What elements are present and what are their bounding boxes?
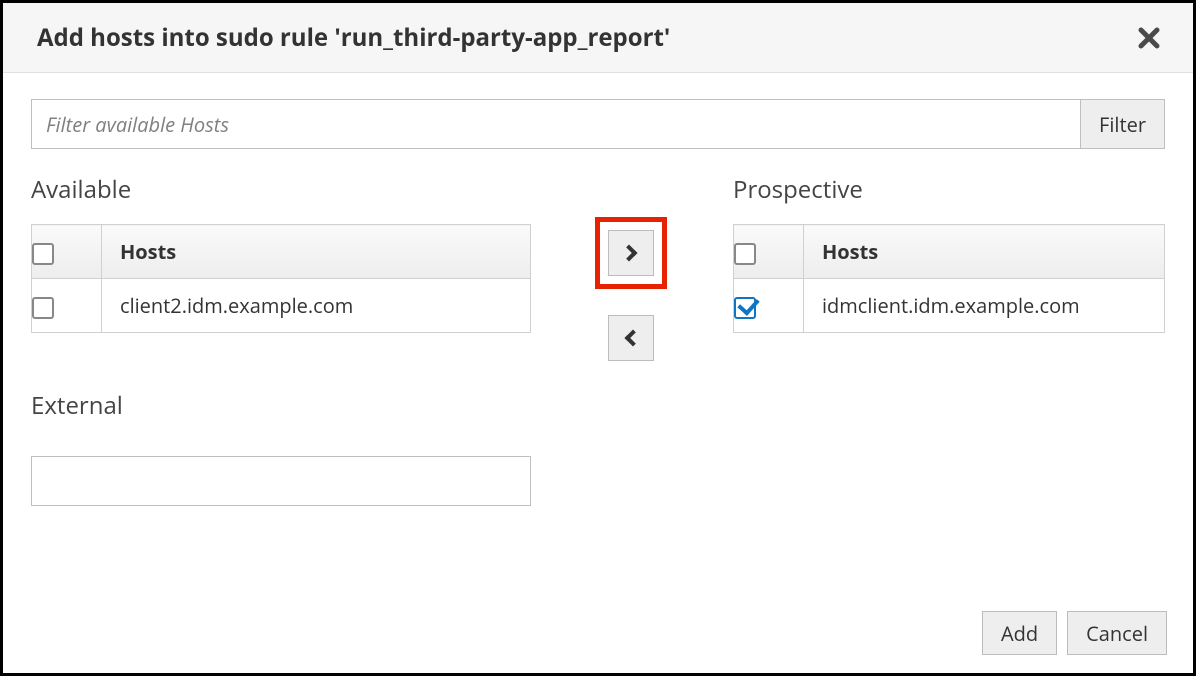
- available-column: Available Hosts client2.idm: [31, 173, 531, 506]
- move-left-button[interactable]: [608, 315, 654, 361]
- available-select-all-cell: [32, 225, 102, 279]
- prospective-select-all-checkbox[interactable]: [734, 243, 756, 265]
- close-icon: [1137, 26, 1161, 50]
- prospective-column: Prospective Hosts idmclient: [733, 173, 1165, 333]
- host-cell: client2.idm.example.com: [102, 279, 531, 333]
- filter-input[interactable]: [31, 99, 1081, 149]
- prospective-table: Hosts idmclient.idm.example.com: [733, 224, 1165, 333]
- mover-column: [531, 173, 731, 361]
- available-hosts-header: Hosts: [102, 225, 531, 279]
- row-checkbox[interactable]: [734, 297, 756, 319]
- table-row: client2.idm.example.com: [32, 279, 531, 333]
- available-heading: Available: [31, 173, 531, 206]
- external-section: External: [31, 389, 531, 506]
- dialog-title: Add hosts into sudo rule 'run_third-part…: [37, 21, 670, 54]
- add-button[interactable]: Add: [982, 611, 1057, 655]
- table-row: idmclient.idm.example.com: [734, 279, 1165, 333]
- filter-button[interactable]: Filter: [1081, 99, 1165, 149]
- cancel-button[interactable]: Cancel: [1067, 611, 1167, 655]
- available-table: Hosts client2.idm.example.com: [31, 224, 531, 333]
- external-heading: External: [31, 389, 531, 422]
- dialog-header: Add hosts into sudo rule 'run_third-part…: [3, 3, 1193, 73]
- dialog-footer: Add Cancel: [982, 611, 1167, 655]
- move-right-button[interactable]: [608, 230, 654, 276]
- prospective-heading: Prospective: [733, 173, 1165, 206]
- prospective-hosts-header: Hosts: [804, 225, 1165, 279]
- chevron-right-icon: [621, 245, 638, 262]
- chevron-left-icon: [625, 330, 642, 347]
- filter-row: Filter: [31, 99, 1165, 149]
- available-select-all-checkbox[interactable]: [32, 243, 54, 265]
- dialog-body: Filter Available Hosts: [3, 73, 1193, 506]
- external-input[interactable]: [31, 456, 531, 506]
- move-right-highlight: [595, 217, 667, 289]
- close-button[interactable]: [1133, 26, 1165, 50]
- prospective-select-all-cell: [734, 225, 804, 279]
- row-checkbox[interactable]: [32, 297, 54, 319]
- dual-list-picker: Available Hosts client2.idm: [31, 173, 1165, 506]
- host-cell: idmclient.idm.example.com: [804, 279, 1165, 333]
